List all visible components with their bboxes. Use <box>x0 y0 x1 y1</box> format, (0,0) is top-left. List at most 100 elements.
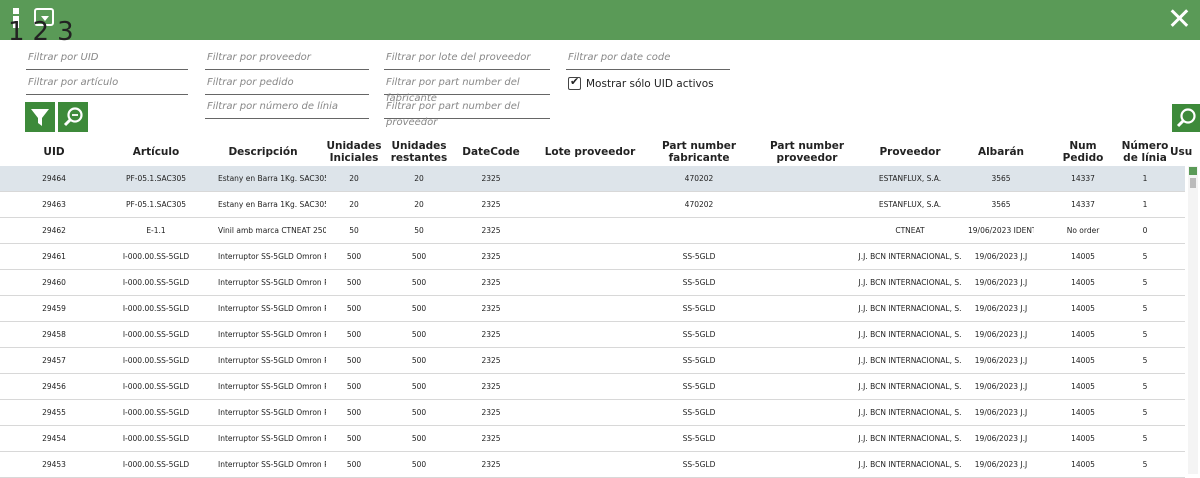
cell-usu <box>1170 426 1185 451</box>
table-row[interactable]: 29458 I-000.00.SS-5GLD Interruptor SS-5GLD… <box>0 322 1185 348</box>
cell-pedido: 14005 <box>1071 356 1095 365</box>
col-header-linea[interactable]: Número de línia <box>1120 138 1170 166</box>
cell-articulo: I-000.00.SS-5GLD <box>122 382 190 391</box>
col-header-pn-proveedor[interactable]: Part number proveedor <box>760 138 854 166</box>
filter-lote-input[interactable]: Filtrar por lote del proveedor <box>384 50 550 70</box>
cell-datecode: 2325 <box>481 356 501 365</box>
cell-ini: 500 <box>346 252 362 261</box>
column-search-button[interactable] <box>1172 104 1200 132</box>
cell-albaran: 19/06/2023 J.J <box>974 278 1028 287</box>
table-row[interactable]: 29459 I-000.00.SS-5GLD Interruptor SS-5GLD… <box>0 296 1185 322</box>
scroll-up-arrow[interactable] <box>1189 167 1197 175</box>
cell-ini: 500 <box>346 304 362 313</box>
table-row[interactable]: 29457 I-000.00.SS-5GLD Interruptor SS-5GLD… <box>0 348 1185 374</box>
cell-albaran: 19/06/2023 J.J <box>974 356 1028 365</box>
cell-linea: 1 <box>1142 174 1148 183</box>
cell-ini: 500 <box>346 356 362 365</box>
table-row[interactable]: 29460 I-000.00.SS-5GLD Interruptor SS-5GLD… <box>0 270 1185 296</box>
cell-ini: 20 <box>349 174 359 183</box>
filter-pn-fabricante-input[interactable]: Filtrar por part number del fabricante <box>384 75 550 104</box>
col-header-pn-fabricante[interactable]: Part number fabricante <box>650 138 748 166</box>
cell-usu <box>1170 218 1185 243</box>
cell-prov: J.J. BCN INTERNACIONAL, S. <box>858 278 962 287</box>
cell-descripcion: Interruptor SS-5GLD Omron Pa <box>218 460 326 469</box>
cell-linea: 5 <box>1142 408 1148 417</box>
clear-search-button[interactable] <box>58 102 88 132</box>
scrollbar-thumb[interactable] <box>1190 178 1196 188</box>
cell-uid: 29462 <box>42 226 66 235</box>
cell-lote <box>540 244 640 269</box>
cell-uid: 29455 <box>42 408 66 417</box>
cell-albaran: 19/06/2023 J.J <box>974 330 1028 339</box>
cell-ini: 500 <box>346 382 362 391</box>
cell-pnp <box>760 166 854 191</box>
cell-articulo: E-1.1 <box>146 226 166 235</box>
table-row[interactable]: 29453 I-000.00.SS-5GLD Interruptor SS-5GLD… <box>0 452 1185 478</box>
table-row[interactable]: 29455 I-000.00.SS-5GLD Interruptor SS-5GLD… <box>0 400 1185 426</box>
cell-albaran: 19/06/2023 J.J <box>974 408 1028 417</box>
cell-lote <box>540 192 640 217</box>
cell-lote <box>540 452 640 477</box>
cell-pnp <box>760 244 854 269</box>
filter-pedido-input[interactable]: Filtrar por pedido <box>205 75 369 95</box>
cell-pnf: SS-5GLD <box>682 434 716 443</box>
cell-rest: 500 <box>411 434 427 443</box>
cell-articulo: I-000.00.SS-5GLD <box>122 460 190 469</box>
cell-pedido: 14005 <box>1071 252 1095 261</box>
cell-lote <box>540 296 640 321</box>
cell-linea: 5 <box>1142 460 1148 469</box>
cell-prov: J.J. BCN INTERNACIONAL, S. <box>858 304 962 313</box>
cell-albaran: 19/06/2023 J.J <box>974 434 1028 443</box>
table-row[interactable]: 29454 I-000.00.SS-5GLD Interruptor SS-5GLD… <box>0 426 1185 452</box>
cell-uid: 29456 <box>42 382 66 391</box>
cell-pnp <box>760 452 854 477</box>
table-row[interactable]: 29456 I-000.00.SS-5GLD Interruptor SS-5GLD… <box>0 374 1185 400</box>
col-header-datecode[interactable]: DateCode <box>456 138 526 166</box>
cell-rest: 500 <box>411 330 427 339</box>
only-active-checkbox[interactable] <box>568 75 581 90</box>
filter-datecode-input[interactable]: Filtrar por date code <box>566 50 730 70</box>
cell-rest: 20 <box>414 200 424 209</box>
cell-usu <box>1170 452 1185 477</box>
cell-pnp <box>760 322 854 347</box>
cell-prov: J.J. BCN INTERNACIONAL, S. <box>858 382 962 391</box>
vertical-scrollbar[interactable] <box>1188 166 1198 474</box>
table-row[interactable]: 29463 PF-05.1.SAC305 Estany en Barra 1Kg. … <box>0 192 1185 218</box>
filter-articulo-input[interactable]: Filtrar por artículo <box>26 75 188 95</box>
cell-uid: 29454 <box>42 434 66 443</box>
cell-uid: 29458 <box>42 330 66 339</box>
cell-datecode: 2325 <box>481 174 501 183</box>
cell-pnf: 470202 <box>684 200 714 209</box>
cell-uid: 29461 <box>42 252 66 261</box>
col-header-unidades-restantes[interactable]: Unidades restantes <box>382 138 456 166</box>
filter-pn-proveedor-input[interactable]: Filtrar por part number del proveedor <box>384 99 550 128</box>
cell-prov: J.J. BCN INTERNACIONAL, S. <box>858 356 962 365</box>
col-header-lote[interactable]: Lote proveedor <box>540 138 640 166</box>
cell-rest: 500 <box>411 460 427 469</box>
col-header-descripcion[interactable]: Descripción <box>204 138 322 166</box>
col-header-albaran[interactable]: Albarán <box>970 138 1032 166</box>
table-row[interactable]: 29464 PF-05.1.SAC305 Estany en Barra 1Kg. … <box>0 166 1185 192</box>
filter-uid-input[interactable]: Filtrar por UID <box>26 50 188 70</box>
col-header-proveedor[interactable]: Proveedor <box>862 138 958 166</box>
cell-datecode: 2325 <box>481 304 501 313</box>
table-row[interactable]: 29462 E-1.1 Vinil amb marca CTNEAT 250x 50 5… <box>0 218 1185 244</box>
filter-proveedor-input[interactable]: Filtrar por proveedor <box>205 50 369 70</box>
filter-linea-input[interactable]: Filtrar por número de línia <box>205 99 369 119</box>
col-header-num-pedido[interactable]: Num Pedido <box>1050 138 1116 166</box>
search-minus-icon <box>63 107 83 127</box>
apply-filter-button[interactable] <box>25 102 55 132</box>
cell-pnf: SS-5GLD <box>682 330 716 339</box>
col-header-usuario[interactable]: Usu <box>1170 138 1192 166</box>
col-header-uid[interactable]: UID <box>0 138 108 166</box>
cell-rest: 500 <box>411 356 427 365</box>
cell-pedido: 14005 <box>1071 460 1095 469</box>
table-header: UID Artículo Descripción Unidades Inicia… <box>0 138 1200 166</box>
col-header-unidades-iniciales[interactable]: Unidades Iniciales <box>326 138 382 166</box>
cell-ini: 500 <box>346 408 362 417</box>
table-row[interactable]: 29461 I-000.00.SS-5GLD Interruptor SS-5GLD… <box>0 244 1185 270</box>
close-icon[interactable]: ✕ <box>1167 4 1192 36</box>
cell-uid: 29453 <box>42 460 66 469</box>
only-active-toggle[interactable]: Mostrar sólo UID activos <box>568 75 714 90</box>
col-header-articulo[interactable]: Artículo <box>108 138 204 166</box>
